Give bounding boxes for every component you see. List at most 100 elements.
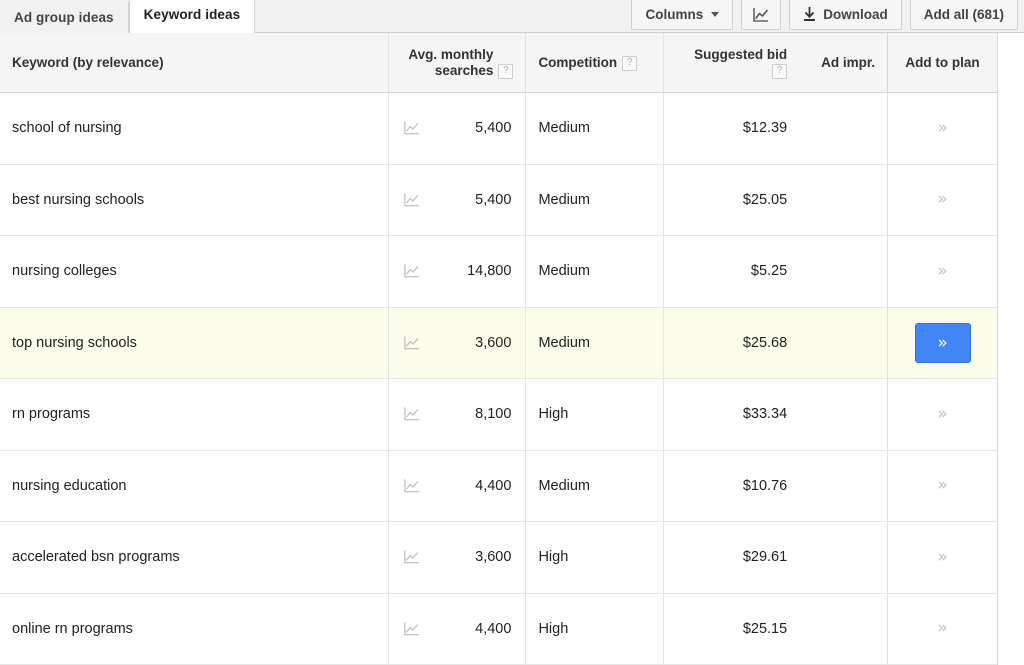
cell-competition: Medium xyxy=(525,308,663,379)
cell-add-to-plan[interactable]: » xyxy=(887,236,997,307)
cell-keyword[interactable]: school of nursing xyxy=(0,93,388,164)
column-header-suggested-bid[interactable]: Suggested bid ? xyxy=(663,33,799,92)
tab-label: Ad group ideas xyxy=(14,10,114,25)
cell-competition: High xyxy=(525,379,663,450)
cell-ad-impr xyxy=(799,451,887,522)
cell-ad-impr xyxy=(799,379,887,450)
cell-avg-monthly-searches: 4,400 xyxy=(388,594,526,665)
add-to-plan-button[interactable]: » xyxy=(937,263,947,280)
searches-value: 5,400 xyxy=(420,192,512,208)
tab-keyword-ideas[interactable]: Keyword ideas xyxy=(129,0,256,33)
searches-value: 3,600 xyxy=(420,335,512,351)
cell-keyword[interactable]: nursing education xyxy=(0,451,388,522)
add-to-plan-button[interactable]: » xyxy=(937,620,947,637)
cell-suggested-bid: $33.34 xyxy=(663,379,799,450)
tab-ad-group-ideas[interactable]: Ad group ideas xyxy=(0,2,129,33)
searches-value: 5,400 xyxy=(420,120,512,136)
searches-value: 4,400 xyxy=(420,621,512,637)
cell-add-to-plan[interactable]: » xyxy=(887,451,997,522)
column-header-avg-monthly-searches[interactable]: Avg. monthly searches ? xyxy=(388,33,526,92)
help-icon[interactable]: ? xyxy=(498,64,513,79)
suggested-bid-value: $25.05 xyxy=(743,192,787,208)
help-icon[interactable]: ? xyxy=(772,64,787,79)
add-to-plan-button[interactable]: » xyxy=(937,191,947,208)
cell-suggested-bid: $25.15 xyxy=(663,594,799,665)
table-row[interactable]: top nursing schools 3,600 Medium $25.68 » xyxy=(0,308,997,380)
competition-value: High xyxy=(538,621,568,637)
table-row[interactable]: school of nursing 5,400 Medium $12.39 » xyxy=(0,93,997,165)
add-to-plan-button-active[interactable]: » xyxy=(915,323,971,363)
cell-keyword[interactable]: top nursing schools xyxy=(0,308,388,379)
cell-keyword[interactable]: rn programs xyxy=(0,379,388,450)
cell-keyword[interactable]: nursing colleges xyxy=(0,236,388,307)
cell-add-to-plan[interactable]: » xyxy=(887,594,997,665)
add-to-plan-button[interactable]: » xyxy=(937,120,947,137)
cell-suggested-bid: $12.39 xyxy=(663,93,799,164)
add-to-plan-button[interactable]: » xyxy=(937,549,947,566)
cell-keyword[interactable]: best nursing schools xyxy=(0,165,388,236)
column-header-add-to-plan[interactable]: Add to plan xyxy=(887,33,997,92)
tab-label: Keyword ideas xyxy=(144,7,241,22)
cell-add-to-plan[interactable]: » xyxy=(887,522,997,593)
column-header-ad-impr[interactable]: Ad impr. xyxy=(799,33,887,92)
table-row[interactable]: nursing education 4,400 Medium$10.76 » xyxy=(0,451,997,523)
table-row[interactable]: best nursing schools 5,400 Medium $25.05 » xyxy=(0,165,997,237)
cell-keyword[interactable]: online rn programs xyxy=(0,594,388,665)
column-header-label: Competition xyxy=(538,55,617,71)
cell-ad-impr xyxy=(799,308,887,379)
trend-chart-icon[interactable] xyxy=(403,621,420,637)
table-row[interactable]: nursing colleges14,800 Medium $5.25 » xyxy=(0,236,997,308)
cell-keyword[interactable]: accelerated bsn programs xyxy=(0,522,388,593)
column-header-competition[interactable]: Competition ? xyxy=(525,33,663,92)
competition-value: Medium xyxy=(538,192,590,208)
table-row[interactable]: accelerated bsn programs3,600High$29.61» xyxy=(0,522,997,594)
suggested-bid-value: $33.34 xyxy=(743,406,787,422)
cell-ad-impr xyxy=(799,165,887,236)
keyword-text: rn programs xyxy=(12,406,90,422)
trend-chart-icon[interactable] xyxy=(403,120,420,136)
column-header-keyword[interactable]: Keyword (by relevance) xyxy=(0,33,388,92)
table-row[interactable]: rn programs8,100High$33.34» xyxy=(0,379,997,451)
cell-suggested-bid: $25.68 xyxy=(663,308,799,379)
trend-chart-icon[interactable] xyxy=(403,263,420,279)
cell-avg-monthly-searches: 4,400 xyxy=(388,451,526,522)
cell-competition: Medium xyxy=(525,451,663,522)
trend-chart-icon[interactable] xyxy=(403,406,420,422)
column-header-label: Suggested bid xyxy=(694,47,787,63)
trend-chart-icon[interactable] xyxy=(403,335,420,351)
table-row[interactable]: online rn programs 4,400 High $25.15 » xyxy=(0,594,997,665)
add-all-button[interactable]: Add all (681) xyxy=(910,0,1018,30)
keyword-text: school of nursing xyxy=(12,120,122,136)
cell-competition: High xyxy=(525,522,663,593)
competition-value: Medium xyxy=(538,263,590,279)
cell-add-to-plan[interactable]: » xyxy=(887,379,997,450)
columns-button[interactable]: Columns xyxy=(631,0,733,30)
toolbar: Columns Download Add all (681) xyxy=(631,0,1018,30)
keyword-text: online rn programs xyxy=(12,621,133,637)
cell-add-to-plan[interactable]: » xyxy=(887,308,997,379)
suggested-bid-value: $25.68 xyxy=(743,335,787,351)
searches-value: 4,400 xyxy=(420,478,512,494)
column-header-label: Avg. monthly searches xyxy=(401,47,494,79)
download-button[interactable]: Download xyxy=(789,0,902,30)
add-to-plan-button[interactable]: » xyxy=(937,477,947,494)
keyword-text: accelerated bsn programs xyxy=(12,549,180,565)
cell-avg-monthly-searches: 5,400 xyxy=(388,93,526,164)
add-to-plan-button[interactable]: » xyxy=(937,406,947,423)
cell-add-to-plan[interactable]: » xyxy=(887,93,997,164)
cell-avg-monthly-searches: 14,800 xyxy=(388,236,526,307)
chevron-down-icon xyxy=(711,12,719,17)
cell-suggested-bid: $10.76 xyxy=(663,451,799,522)
help-icon[interactable]: ? xyxy=(622,56,637,71)
chart-view-button[interactable] xyxy=(741,0,781,30)
columns-label: Columns xyxy=(645,7,703,22)
competition-value: Medium xyxy=(538,120,590,136)
column-header-label: Add to plan xyxy=(905,55,979,71)
cell-add-to-plan[interactable]: » xyxy=(887,165,997,236)
trend-chart-icon[interactable] xyxy=(403,192,420,208)
trend-chart-icon[interactable] xyxy=(403,478,420,494)
cell-suggested-bid: $5.25 xyxy=(663,236,799,307)
trend-chart-icon[interactable] xyxy=(403,549,420,565)
cell-ad-impr xyxy=(799,236,887,307)
cell-competition: High xyxy=(525,594,663,665)
